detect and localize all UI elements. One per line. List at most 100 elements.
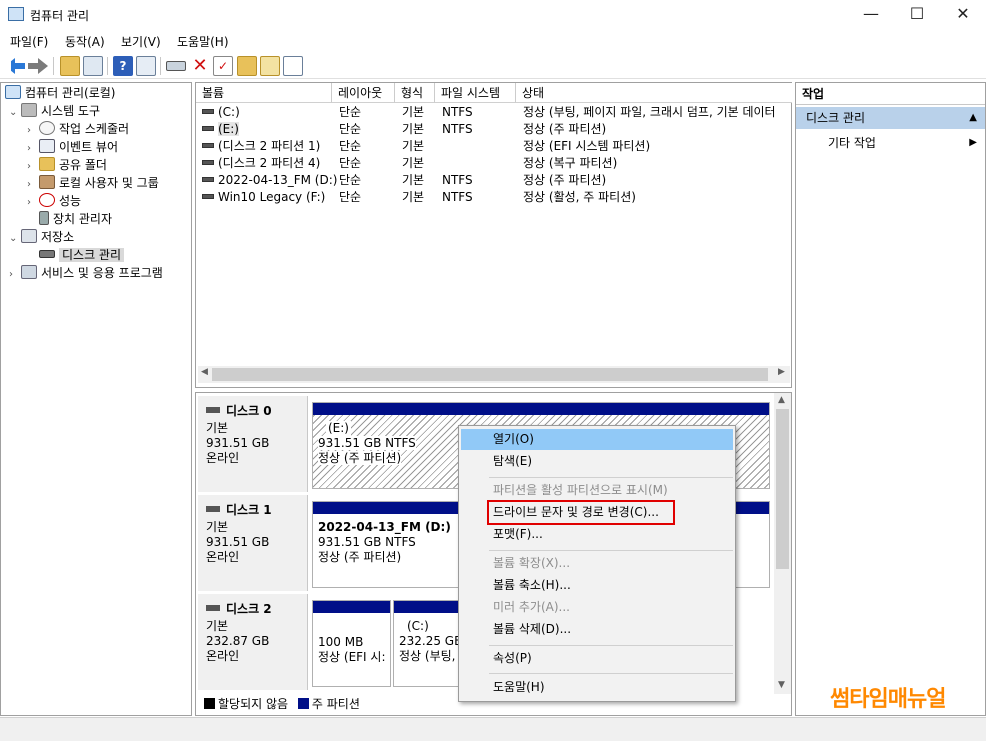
annotation-highlight-box [487, 500, 675, 525]
services-icon [21, 265, 37, 279]
drive-icon [202, 194, 214, 199]
navigation-tree: 컴퓨터 관리(로컬) ⌄ 시스템 도구 › 작업 스케줄러 › 이벤트 뷰어 › 공유 … [0, 82, 192, 716]
ctx-delete-volume[interactable]: 볼륨 삭제(D)... [461, 619, 733, 640]
ctx-mark-active: 파티션을 활성 파티션으로 표시(M) [493, 483, 668, 497]
ctx-add-mirror: 미러 추가(A)... [493, 600, 570, 614]
maximize-button[interactable]: ☐ [894, 0, 940, 30]
actions-more[interactable]: 기타 작업 ▶ [796, 133, 985, 153]
tree-storage[interactable]: ⌄ 저장소 [9, 228, 74, 246]
tree-services[interactable]: › 서비스 및 응용 프로그램 [9, 264, 163, 282]
device-manager-icon [39, 211, 49, 225]
window-title: 컴퓨터 관리 [30, 9, 90, 23]
submenu-arrow-icon: ▶ [969, 137, 977, 148]
menu-file[interactable]: 파일(F) [10, 33, 48, 50]
list-icon[interactable] [283, 56, 303, 76]
menu-action[interactable]: 동작(A) [65, 33, 105, 50]
tools-icon [21, 103, 37, 117]
column-header-filesystem[interactable]: 파일 시스템 [435, 83, 516, 103]
ctx-help[interactable]: 도움말(H) [461, 677, 733, 698]
tree-device-manager[interactable]: 장치 관리자 [39, 210, 112, 228]
shared-folder-icon [39, 157, 55, 171]
computer-icon [5, 85, 21, 99]
drive-icon [202, 160, 214, 165]
tree-event-viewer[interactable]: › 이벤트 뷰어 [27, 138, 118, 156]
tree-local-users[interactable]: › 로컬 사용자 및 그룹 [27, 174, 159, 192]
actions-section-disk-management[interactable]: 디스크 관리 ▲ [796, 107, 985, 129]
volume-list: 볼륨 레이아웃 형식 파일 시스템 상태 (C:) 단순 기본 NTFS 정상 (부팅… [195, 82, 792, 388]
scroll-thumb[interactable] [212, 368, 768, 381]
search-icon[interactable] [260, 56, 280, 76]
drive-icon [202, 143, 214, 148]
chevron-down-icon[interactable]: ⌄ [9, 104, 21, 122]
drive-icon [202, 177, 214, 182]
upload-icon[interactable] [237, 56, 257, 76]
toolbar: ? ✕ ✓ [0, 53, 986, 79]
scroll-down-icon[interactable]: ▼ [778, 680, 785, 690]
status-bar [0, 717, 986, 741]
drive-icon [202, 109, 214, 114]
ctx-shrink-volume[interactable]: 볼륨 축소(H)... [461, 575, 733, 596]
menu-view[interactable]: 보기(V) [121, 33, 161, 50]
tree-root[interactable]: 컴퓨터 관리(로컬) [5, 84, 115, 102]
check-icon[interactable]: ✓ [213, 56, 233, 76]
collapse-icon[interactable]: ▲ [969, 107, 977, 129]
tree-shared-folders[interactable]: › 공유 폴더 [27, 156, 107, 174]
disk-2-header[interactable]: 디스크 2 기본 232.87 GB 온라인 [198, 594, 308, 690]
column-header-status[interactable]: 상태 [516, 83, 792, 103]
vertical-scrollbar[interactable]: ▲ ▼ [774, 393, 791, 694]
close-button[interactable]: ✕ [940, 0, 986, 30]
minimize-button[interactable]: — [848, 0, 894, 30]
tree-disk-management[interactable]: 디스크 관리 [39, 246, 125, 264]
clock-icon [39, 121, 55, 135]
volume-row[interactable]: (E:) 단순 기본 NTFS 정상 (주 파티션) [196, 121, 792, 138]
disk-0-header[interactable]: 디스크 0 기본 931.51 GB 온라인 [198, 396, 308, 492]
column-header-layout[interactable]: 레이아웃 [332, 83, 395, 103]
actions-pane: 작업 디스크 관리 ▲ 기타 작업 ▶ [795, 82, 986, 716]
column-header-volume[interactable]: 볼륨 [196, 83, 332, 103]
show-tree-icon[interactable] [83, 56, 103, 76]
actions-header: 작업 [796, 83, 985, 105]
performance-icon [39, 193, 55, 207]
ctx-open[interactable]: 열기(O) [461, 429, 733, 450]
scroll-up-icon[interactable]: ▲ [778, 395, 785, 405]
scroll-thumb[interactable] [776, 409, 789, 569]
chevron-right-icon[interactable]: › [9, 266, 21, 284]
users-icon [39, 175, 55, 189]
ctx-properties[interactable]: 속성(P) [461, 648, 733, 669]
volume-row[interactable]: Win10 Legacy (F:) 단순 기본 NTFS 정상 (활성, 주 파티션) [196, 189, 792, 206]
storage-icon [21, 229, 37, 243]
volume-row[interactable]: (디스크 2 파티션 1) 단순 기본 정상 (EFI 시스템 파티션) [196, 138, 792, 155]
forward-icon[interactable] [28, 58, 48, 74]
up-folder-icon[interactable] [60, 56, 80, 76]
help-icon[interactable]: ? [113, 56, 133, 76]
watermark: 썸타임매뉴얼 [830, 687, 946, 712]
ctx-extend-volume: 볼륨 확장(X)... [493, 556, 571, 570]
disk-icon [206, 605, 220, 611]
context-menu: 열기(O) 탐색(E) 파티션을 활성 파티션으로 표시(M) 드라이브 문자 … [458, 425, 736, 702]
chevron-down-icon[interactable]: ⌄ [9, 230, 21, 248]
ctx-explore[interactable]: 탐색(E) [461, 451, 733, 472]
volume-row[interactable]: 2022-04-13_FM (D:) 단순 기본 NTFS 정상 (주 파티션) [196, 172, 792, 189]
partition-c[interactable]: (C:) 232.25 GB N 정상 (부팅, [393, 600, 463, 687]
tree-system-tools[interactable]: ⌄ 시스템 도구 [9, 102, 100, 120]
back-icon[interactable] [5, 58, 25, 74]
volume-row[interactable]: (디스크 2 파티션 4) 단순 기본 정상 (복구 파티션) [196, 155, 792, 172]
partition-efi[interactable]: 100 MB 정상 (EFI 시: [312, 600, 391, 687]
horizontal-scrollbar[interactable]: ◀ ▶ [198, 366, 790, 383]
chevron-right-icon[interactable]: › [27, 194, 39, 212]
properties-icon[interactable] [136, 56, 156, 76]
title-bar: 컴퓨터 관리 — ☐ ✕ [0, 0, 986, 30]
tree-task-scheduler[interactable]: › 작업 스케줄러 [27, 120, 129, 138]
column-header-type[interactable]: 형식 [395, 83, 435, 103]
menu-help[interactable]: 도움말(H) [177, 33, 229, 50]
tree-performance[interactable]: › 성능 [27, 192, 81, 210]
connect-icon[interactable] [166, 61, 186, 71]
disk-1-header[interactable]: 디스크 1 기본 931.51 GB 온라인 [198, 495, 308, 591]
delete-icon[interactable]: ✕ [190, 56, 210, 76]
ctx-format[interactable]: 포맷(F)... [461, 524, 733, 545]
unallocated-swatch [204, 698, 215, 709]
volume-row[interactable]: (C:) 단순 기본 NTFS 정상 (부팅, 페이지 파일, 크래시 덤프, 기본 … [196, 104, 792, 121]
drive-icon [202, 126, 214, 131]
scroll-left-icon[interactable]: ◀ [201, 367, 208, 377]
scroll-right-icon[interactable]: ▶ [778, 367, 785, 377]
